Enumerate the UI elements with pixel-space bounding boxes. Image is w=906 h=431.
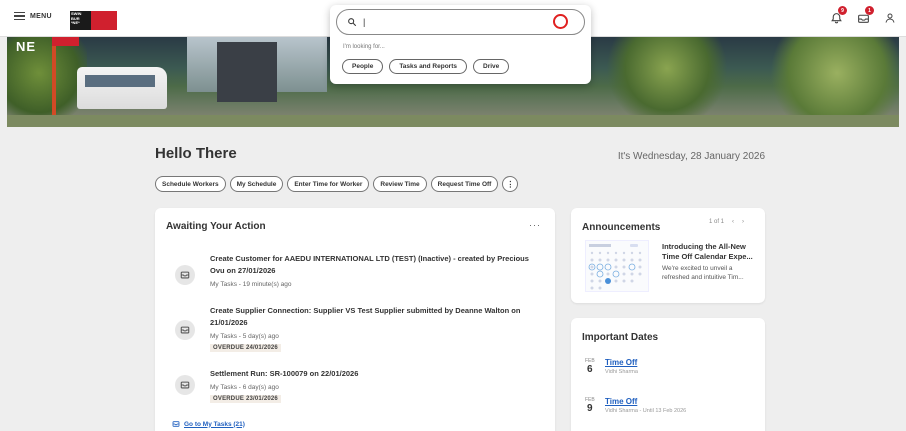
- action-my-schedule[interactable]: My Schedule: [229, 176, 284, 192]
- search-dropdown: I'm looking for... People Tasks and Repo…: [330, 5, 591, 84]
- go-to-my-tasks-link[interactable]: Go to My Tasks (21): [172, 420, 245, 428]
- top-right-icons: 9 1: [828, 6, 898, 26]
- hamburger-icon: [14, 12, 25, 20]
- go-to-my-tasks-label[interactable]: Go to My Tasks (21): [184, 421, 245, 428]
- action-request-time-off[interactable]: Request Time Off: [430, 176, 499, 192]
- announcement-body: We're excited to unveil a refreshed and …: [662, 265, 744, 281]
- more-actions-button[interactable]: ⋮: [502, 176, 519, 192]
- inbox-badge: 1: [865, 6, 874, 15]
- task-meta: My Tasks - 5 day(s) ago: [210, 333, 279, 340]
- inbox-tray-icon: [175, 265, 195, 285]
- time-off-link[interactable]: Time Off: [605, 397, 637, 406]
- announcements-card: Announcements 1 of 1 ‹ › Introducing the…: [571, 208, 765, 303]
- action-schedule-workers[interactable]: Schedule Workers: [155, 176, 226, 192]
- date-day: 6: [587, 364, 593, 375]
- search-input[interactable]: [363, 17, 543, 27]
- action-review-time[interactable]: Review Time: [373, 176, 427, 192]
- looking-for-label: I'm looking for...: [343, 44, 385, 50]
- profile-icon[interactable]: [882, 10, 898, 26]
- announcements-title: Announcements: [582, 222, 661, 233]
- time-off-link[interactable]: Time Off: [605, 358, 637, 367]
- calendar-thumbnail-image[interactable]: [585, 240, 649, 292]
- announcement-headline[interactable]: Introducing the All-New Time Off Calenda…: [662, 242, 758, 262]
- company-logo[interactable]: SWIN BUR *NE*: [70, 11, 117, 30]
- next-arrow-icon[interactable]: ›: [742, 219, 744, 225]
- more-options-icon[interactable]: ···: [529, 220, 541, 230]
- inbox-icon[interactable]: 1: [855, 6, 874, 26]
- notifications-badge: 9: [838, 6, 847, 15]
- overdue-badge: OVERDUE 23/01/2026: [210, 395, 281, 403]
- highlight-circle: [553, 14, 568, 29]
- banner-overlay-text: NE: [16, 39, 37, 54]
- date-day: 9: [587, 403, 593, 414]
- date-item-subtitle: Vidhi Sharma - Until 13 Feb 2026: [605, 408, 687, 414]
- search-box[interactable]: [336, 9, 585, 35]
- search-category-chips: People Tasks and Reports Drive: [342, 59, 510, 74]
- task-title[interactable]: Create Supplier Connection: Supplier VS …: [210, 305, 535, 329]
- prev-arrow-icon[interactable]: ‹: [732, 219, 734, 225]
- important-dates-title: Important Dates: [582, 332, 659, 343]
- awaiting-action-card: Awaiting Your Action ··· Create Customer…: [155, 208, 555, 431]
- task-meta: My Tasks - 6 day(s) ago: [210, 384, 279, 391]
- search-chip-tasks-reports[interactable]: Tasks and Reports: [389, 59, 467, 74]
- menu-label: MENU: [30, 12, 52, 20]
- task-meta: My Tasks - 19 minute(s) ago: [210, 281, 292, 288]
- overdue-badge: OVERDUE 24/01/2026: [210, 344, 281, 352]
- action-enter-time-for-worker[interactable]: Enter Time for Worker: [287, 176, 370, 192]
- quick-actions: Schedule Workers My Schedule Enter Time …: [155, 176, 519, 192]
- search-icon: [348, 18, 357, 27]
- pager-text: 1 of 1: [708, 219, 724, 225]
- task-title[interactable]: Create Customer for AAEDU INTERNATIONAL …: [210, 253, 535, 277]
- notifications-icon[interactable]: 9: [828, 6, 847, 26]
- menu-button[interactable]: MENU: [14, 12, 52, 20]
- search-chip-drive[interactable]: Drive: [473, 59, 510, 74]
- awaiting-title: Awaiting Your Action: [166, 221, 266, 232]
- task-title[interactable]: Settlement Run: SR-100079 on 22/01/2026: [210, 368, 535, 380]
- search-chip-people[interactable]: People: [342, 59, 384, 74]
- important-dates-card: Important Dates FEB 6 Time Off Vidhi Sha…: [571, 318, 765, 431]
- announcements-pager: 1 of 1 ‹ ›: [709, 219, 744, 225]
- inbox-tray-icon: [175, 320, 195, 340]
- inbox-tray-icon: [172, 421, 180, 427]
- date-text: It's Wednesday, 28 January 2026: [617, 151, 765, 162]
- page-title: Hello There: [155, 145, 237, 162]
- date-item-subtitle: Vidhi Sharma: [605, 369, 638, 375]
- inbox-tray-icon: [175, 375, 195, 395]
